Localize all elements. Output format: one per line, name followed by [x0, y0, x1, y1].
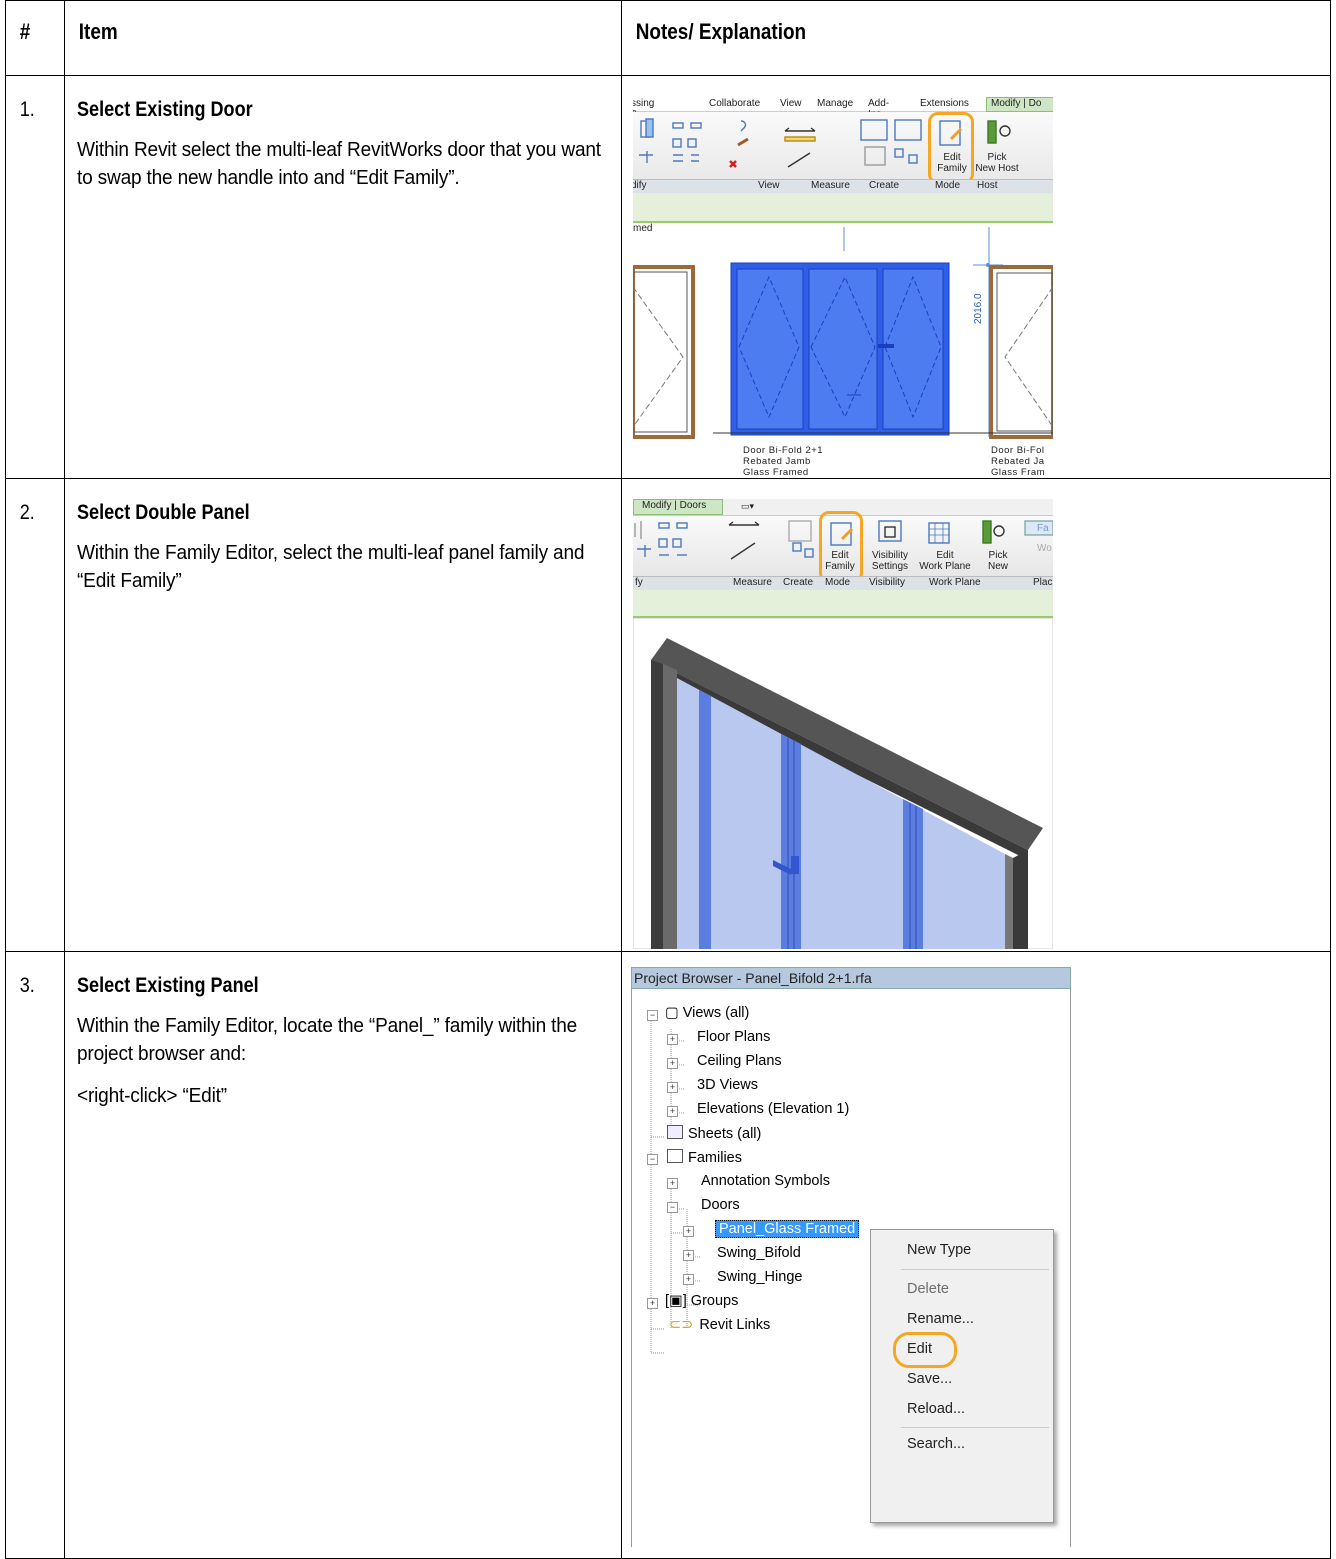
door-tag-2: Door Bi-Fol Rebated Ja Glass Fram — [991, 445, 1046, 477]
step-body: Within the Family Editor, select the mul… — [77, 541, 585, 592]
table-row: 2. Select Double Panel Within the Family… — [5, 478, 1331, 952]
screenshot-project-browser: Project Browser - Panel_Bifold 2+1.rfa −… — [631, 967, 1071, 1547]
step-number: 3. — [19, 974, 35, 997]
family-tool-fragment: Fa — [1037, 523, 1049, 534]
document-page: # Item Notes/ Explanation 1. Select Exis… — [0, 0, 1336, 1559]
table-header-row: # Item Notes/ Explanation — [5, 0, 1331, 76]
sheet-icon — [667, 1125, 683, 1139]
header-notes: Notes/ Explanation — [621, 0, 1331, 76]
dimension-label: 2016.0 — [973, 293, 984, 324]
expand-icon[interactable]: + — [667, 1106, 678, 1117]
menu-item-save[interactable]: Save... — [907, 1371, 952, 1387]
context-menu: New Type Delete Rename... Edit Save... R… — [870, 1229, 1054, 1523]
tree-item-swing-hinge[interactable]: Swing_Hinge — [717, 1269, 802, 1285]
step-number-cell: 3. — [5, 951, 65, 1559]
step-title: Select Existing Panel — [77, 974, 259, 997]
step-body-instruction: <right-click> “Edit” — [77, 1084, 227, 1107]
expand-icon[interactable]: + — [667, 1034, 678, 1045]
work-tool-fragment: Wo — [1037, 543, 1052, 554]
step-title: Select Existing Door — [77, 98, 253, 121]
expand-icon[interactable]: + — [667, 1082, 678, 1093]
step-body: Within Revit select the multi-leaf Revit… — [77, 138, 601, 189]
tree-item-panel-glass-framed[interactable]: Panel_Glass Framed — [715, 1220, 860, 1238]
step-notes-cell: ssing & Site Collaborate View Manage Add… — [621, 75, 1331, 479]
collapse-families-icon[interactable]: − — [647, 1154, 658, 1165]
menu-item-search[interactable]: Search... — [907, 1436, 965, 1452]
tree-item-sheets[interactable]: Sheets (all) — [667, 1125, 761, 1142]
ribbon-panel-labels: dify View Measure Create Mode Host — [633, 179, 1053, 193]
project-browser-title: Project Browser - Panel_Bifold 2+1.rfa — [631, 967, 1071, 989]
expand-icon[interactable]: + — [647, 1298, 658, 1309]
edit-family-highlight — [928, 112, 974, 184]
tree-item-views[interactable]: ▢ Views (all) — [665, 1005, 749, 1021]
quick-access-dropdown[interactable]: ▭▾ — [741, 501, 754, 512]
pick-new-host-button[interactable]: Pick New — [983, 550, 1013, 572]
tree-item-groups[interactable]: [▣] Groups — [665, 1293, 738, 1309]
menu-item-reload[interactable]: Reload... — [907, 1401, 965, 1417]
expand-icon[interactable]: + — [667, 1178, 678, 1189]
step-title: Select Double Panel — [77, 501, 250, 524]
step-number-cell: 1. — [5, 75, 65, 479]
header-number: # — [5, 0, 65, 76]
header-item: Item — [64, 0, 622, 76]
screenshot-family-editor: Modify | Doors ▭▾ Edit Family Visibility… — [633, 499, 1053, 949]
edit-work-plane-button[interactable]: Edit Work Plane — [917, 550, 973, 572]
expand-icon[interactable]: + — [683, 1226, 694, 1237]
tab-extensions[interactable]: Extensions — [920, 98, 969, 109]
link-icon: ⊂⊃ — [669, 1317, 694, 1333]
screenshot-edit-family-ribbon: ssing & Site Collaborate View Manage Add… — [633, 97, 1053, 477]
tab-modify-doors[interactable]: Modify | Do — [986, 97, 1053, 112]
tab-manage[interactable]: Manage — [817, 98, 853, 109]
table-row: 1. Select Existing Door Within Revit sel… — [5, 75, 1331, 479]
step-item-cell: Select Double Panel Within the Family Ed… — [64, 478, 622, 952]
door-elevation-drawing — [633, 227, 1053, 439]
expand-icon[interactable]: + — [683, 1250, 694, 1261]
step-number: 1. — [19, 98, 35, 121]
step-notes-cell: Modify | Doors ▭▾ Edit Family Visibility… — [621, 478, 1331, 952]
door-tag-1: Door Bi-Fold 2+1 Rebated Jamb Glass Framed — [743, 445, 824, 477]
step-item-cell: Select Existing Door Within Revit select… — [64, 75, 622, 479]
menu-item-rename[interactable]: Rename... — [907, 1311, 974, 1327]
door-3d-view — [633, 618, 1053, 949]
ribbon-panel-labels: fy Measure Create Mode Visibility Work P… — [633, 576, 1053, 590]
step-number-cell: 2. — [5, 478, 65, 952]
tab-modify-doors[interactable]: Modify | Doors — [633, 499, 723, 515]
tab-collaborate[interactable]: Collaborate — [709, 98, 760, 109]
family-icon — [667, 1149, 683, 1163]
edit-family-highlight — [819, 511, 863, 583]
steps-table: # Item Notes/ Explanation 1. Select Exis… — [5, 0, 1331, 1559]
expand-icon[interactable]: + — [667, 1058, 678, 1069]
tree-item-3d-views[interactable]: 3D Views — [697, 1077, 758, 1093]
tree-item-doors[interactable]: Doors — [701, 1197, 740, 1213]
menu-item-delete[interactable]: Delete — [907, 1281, 949, 1297]
menu-item-new-type[interactable]: New Type — [907, 1242, 971, 1258]
collapse-views-icon[interactable]: − — [647, 1010, 658, 1021]
tree-item-annotation-symbols[interactable]: Annotation Symbols — [701, 1173, 830, 1189]
tab-view[interactable]: View — [780, 98, 802, 109]
collapse-doors-icon[interactable]: − — [667, 1202, 678, 1213]
visibility-settings-button[interactable]: Visibility Settings — [867, 550, 913, 572]
tree-item-ceiling-plans[interactable]: Ceiling Plans — [697, 1053, 782, 1069]
tree-item-floor-plans[interactable]: Floor Plans — [697, 1029, 770, 1045]
table-row: 3. Select Existing Panel Within the Fami… — [5, 951, 1331, 1559]
step-body: Within the Family Editor, locate the “Pa… — [77, 1014, 578, 1065]
tree-item-swing-bifold[interactable]: Swing_Bifold — [717, 1245, 801, 1261]
tree-item-families[interactable]: Families — [667, 1149, 742, 1166]
tree-item-elevations[interactable]: Elevations (Elevation 1) — [697, 1101, 849, 1117]
step-item-cell: Select Existing Panel Within the Family … — [64, 951, 622, 1559]
pick-new-host-button[interactable]: Pick New Host — [973, 152, 1021, 174]
edit-highlight — [893, 1332, 957, 1368]
expand-icon[interactable]: + — [683, 1274, 694, 1285]
tree-item-revit-links[interactable]: ⊂⊃ Revit Links — [669, 1317, 770, 1333]
step-number: 2. — [19, 501, 35, 524]
step-notes-cell: Project Browser - Panel_Bifold 2+1.rfa −… — [621, 951, 1331, 1559]
